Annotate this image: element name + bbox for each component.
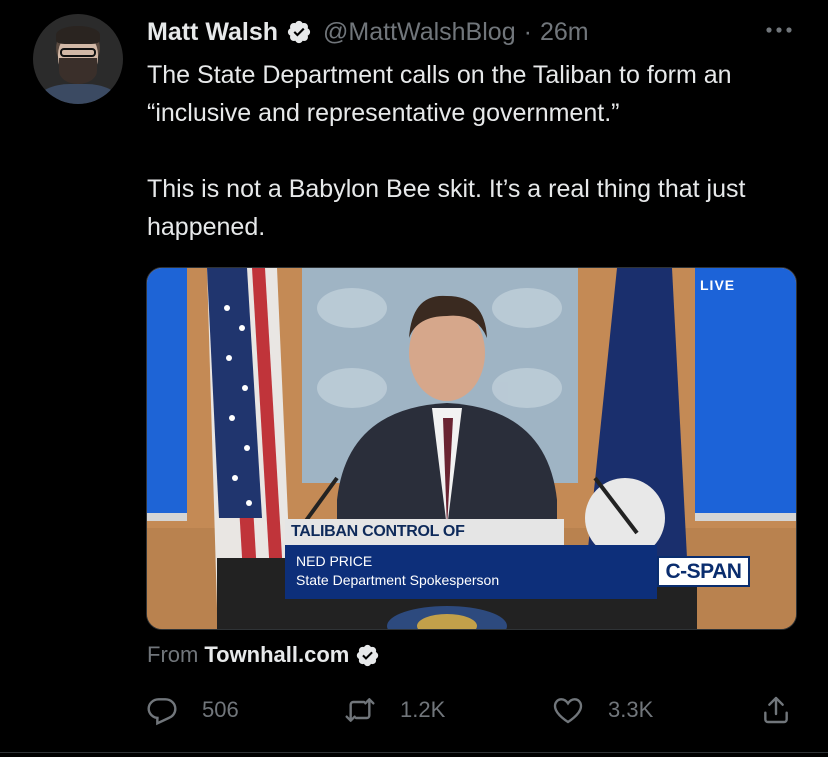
like-count: 3.3K <box>608 697 654 722</box>
network-logo: C-SPAN <box>657 556 750 587</box>
author-name[interactable]: Matt Walsh <box>147 18 278 47</box>
avatar[interactable] <box>33 14 123 104</box>
tweet-actions: 506 1.2K 3.3K <box>0 690 828 730</box>
tweet[interactable]: Matt Walsh @MattWalshBlog · 26m The Stat… <box>0 0 828 757</box>
reply-button[interactable]: 506 <box>146 690 239 730</box>
heart-icon <box>553 698 583 724</box>
live-indicator: LIVE <box>700 277 736 293</box>
separator-dot: · <box>523 17 532 46</box>
lower-third-name: NED PRICE <box>296 553 373 569</box>
retweet-count: 1.2K <box>400 697 446 722</box>
reply-icon <box>147 698 177 726</box>
reply-count: 506 <box>202 697 239 722</box>
timestamp[interactable]: 26m <box>540 18 589 47</box>
retweet-button[interactable]: 1.2K <box>344 690 445 730</box>
divider <box>0 752 828 753</box>
lower-third-body: NED PRICE State Department Spokesperson <box>285 545 657 599</box>
like-button[interactable]: 3.3K <box>552 690 653 730</box>
source-from-label: From <box>147 642 199 667</box>
author-handle[interactable]: @MattWalshBlog <box>323 18 516 47</box>
source-site[interactable]: Townhall.com <box>204 642 349 668</box>
lower-third-role: State Department Spokesperson <box>296 572 500 588</box>
verified-badge-icon <box>357 644 379 666</box>
tweet-header: Matt Walsh @MattWalshBlog · 26m <box>147 14 589 50</box>
lower-third-title: TALIBAN CONTROL OF AFGHANISTAN <box>285 519 564 566</box>
share-icon <box>764 696 788 724</box>
share-button[interactable] <box>760 690 792 730</box>
retweet-icon <box>345 698 375 722</box>
tweet-text: The State Department calls on the Taliba… <box>147 61 746 241</box>
media-source[interactable]: From Townhall.com <box>147 640 380 670</box>
verified-badge-icon <box>287 20 311 44</box>
more-options-icon[interactable] <box>763 20 797 40</box>
